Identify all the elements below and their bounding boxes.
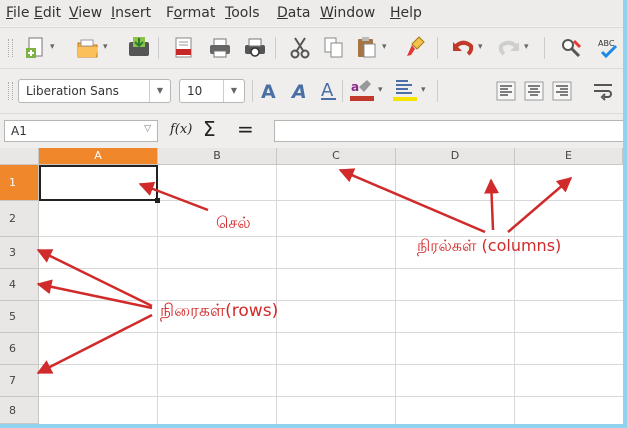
cell-annotation-label: செல்	[216, 213, 251, 232]
arrow-to-cell	[138, 181, 209, 212]
arrow-to-column-c	[338, 168, 486, 234]
rows-annotation-label: நிரைகள்(rows)	[160, 301, 279, 321]
columns-annotation-label: நிரல்கள் (columns)	[417, 236, 562, 255]
arrow-to-column-d	[484, 178, 500, 231]
arrow-to-row-7	[36, 313, 153, 375]
arrow-to-column-e	[507, 177, 573, 233]
spreadsheet-window: File Edit View Insert Format Tools Data Window H…	[0, 0, 627, 428]
annotation-arrows	[36, 168, 573, 375]
arrow-to-row-3	[36, 248, 153, 308]
arrow-to-row-4	[36, 279, 153, 310]
